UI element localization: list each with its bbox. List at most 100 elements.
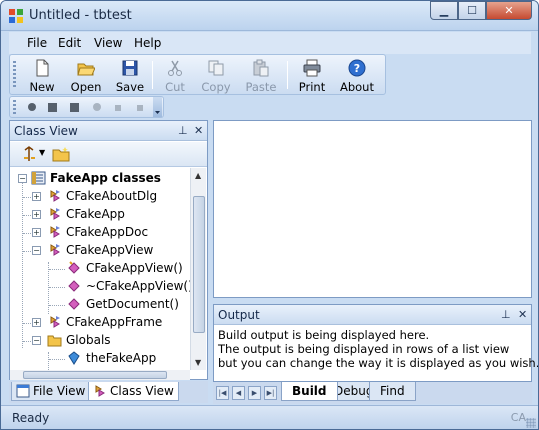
resize-grip[interactable] (526, 418, 536, 428)
pin-icon[interactable]: ⊥ (178, 124, 188, 137)
tree-line (49, 269, 65, 270)
sort-icon[interactable] (21, 146, 37, 162)
expand-icon[interactable]: + (32, 318, 41, 327)
hscroll-thumb[interactable] (23, 371, 167, 379)
caption-buttons: ▁ ☐ ✕ (430, 1, 532, 21)
expand-icon[interactable]: + (32, 192, 41, 201)
first-tab-icon[interactable]: |◀ (216, 386, 229, 400)
tree-label: Globals (66, 333, 111, 347)
new-button[interactable]: New (24, 57, 60, 94)
menu-edit[interactable]: Edit (58, 36, 81, 50)
expand-icon[interactable]: + (32, 228, 41, 237)
tab-find[interactable]: Find (369, 382, 416, 401)
window-title: Untitled - tbtest (29, 8, 132, 23)
next-tab-icon[interactable]: ▶ (248, 386, 261, 400)
output-line: Build output is being displayed here. (218, 328, 430, 342)
tree-label: CFakeAppView() (86, 261, 183, 275)
collapse-icon[interactable]: − (32, 246, 41, 255)
maximize-button[interactable]: ☐ (458, 1, 486, 20)
record-button[interactable] (28, 103, 36, 111)
disabled-dot-button[interactable] (93, 103, 101, 111)
toolbar-grip[interactable] (13, 61, 16, 89)
tree-node-method[interactable]: CFakeAppView() (10, 260, 190, 278)
tree-label: FakeApp classes (50, 171, 161, 185)
tab-class-view[interactable]: Class View (88, 382, 179, 401)
tree-node-class[interactable]: − CFakeAppView (10, 242, 190, 260)
collapse-icon[interactable]: − (32, 336, 41, 345)
class-tree: − FakeApp classes + CFakeAboutDlg + CFak… (10, 168, 190, 370)
class-icon (50, 226, 60, 238)
cut-button[interactable]: Cut (159, 57, 191, 94)
class-view-header: Class View ⊥ ✕ (10, 121, 207, 141)
app-icon[interactable] (8, 8, 24, 24)
stop-button[interactable] (48, 103, 57, 112)
new-folder-icon[interactable] (52, 146, 70, 162)
prev-tab-icon[interactable]: ◀ (232, 386, 245, 400)
tree-label: GetDocument() (86, 297, 179, 311)
output-tabs: |◀ ◀ ▶ ▶| Build Debug Find (213, 382, 532, 404)
tree-node-method[interactable]: ~CFakeAppView() (10, 278, 190, 296)
file-view-icon (16, 384, 30, 398)
method-icon (68, 280, 80, 292)
save-button[interactable]: Save (112, 57, 148, 94)
tree-node-folder[interactable]: − Globals (10, 332, 190, 350)
collapse-icon[interactable]: − (18, 174, 27, 183)
scroll-thumb[interactable] (193, 196, 205, 333)
menu-file[interactable]: File (27, 36, 47, 50)
class-view-pane: Class View ⊥ ✕ ▼ − FakeApp classes + CFa… (9, 120, 208, 380)
paste-button[interactable]: Paste (241, 57, 281, 94)
expand-icon[interactable]: + (32, 210, 41, 219)
close-icon[interactable]: ✕ (194, 124, 203, 137)
chevron-down-icon (155, 111, 160, 114)
scroll-up-icon[interactable]: ▲ (195, 171, 201, 180)
toolbar-separator (287, 61, 288, 89)
tree-label: CFakeApp (66, 207, 125, 221)
tree-horizontal-scrollbar[interactable] (10, 370, 190, 380)
tab-build[interactable]: Build (281, 382, 338, 401)
tab-file-view[interactable]: File View (11, 382, 91, 401)
menu-help[interactable]: Help (134, 36, 161, 50)
last-tab-icon[interactable]: ▶| (264, 386, 277, 400)
class-icon (50, 244, 60, 256)
tab-label: File View (33, 384, 86, 398)
toolbar-overflow-button[interactable] (153, 97, 162, 117)
copy-icon (208, 60, 224, 76)
status-text: Ready (12, 411, 50, 425)
sort-dropdown-icon[interactable]: ▼ (39, 148, 45, 157)
print-button[interactable]: Print (294, 57, 330, 94)
block-button[interactable] (70, 103, 79, 112)
copy-button[interactable]: Copy (197, 57, 235, 94)
tree-node-class[interactable]: + CFakeApp (10, 206, 190, 224)
close-button[interactable]: ✕ (486, 1, 532, 20)
open-button[interactable]: Open (66, 57, 106, 94)
tree-node-class[interactable]: + CFakeAppFrame (10, 314, 190, 332)
class-view-toolbar: ▼ (10, 142, 207, 167)
minimize-button[interactable]: ▁ (430, 1, 458, 20)
about-button[interactable]: ? About (336, 57, 378, 94)
tree-node-project[interactable]: − FakeApp classes (10, 170, 190, 188)
output-title: Output (218, 308, 260, 322)
disabled-small-button[interactable] (115, 105, 121, 111)
pin-icon[interactable]: ⊥ (501, 308, 511, 321)
scroll-down-icon[interactable]: ▼ (195, 358, 201, 367)
disabled-small-button-2[interactable] (137, 105, 143, 111)
tree-line (49, 305, 65, 306)
tree-node-class[interactable]: + CFakeAboutDlg (10, 188, 190, 206)
variable-icon (68, 351, 80, 365)
menu-view[interactable]: View (94, 36, 122, 50)
tree-label: theFakeApp (86, 351, 157, 365)
new-document-icon (36, 59, 49, 77)
tree-label: CFakeAppFrame (66, 315, 163, 329)
tree-node-class[interactable]: + CFakeAppDoc (10, 224, 190, 242)
folder-icon (47, 335, 62, 347)
tree-node-variable[interactable]: theFakeApp (10, 350, 190, 368)
help-icon: ? (348, 59, 366, 77)
tree-node-method[interactable]: GetDocument() (10, 296, 190, 314)
close-icon[interactable]: ✕ (518, 308, 527, 321)
status-bar: Ready CA (1, 405, 538, 429)
toolbar-grip[interactable] (13, 100, 16, 114)
tree-vertical-scrollbar[interactable]: ▲ ▼ (190, 168, 206, 370)
close-icon: ✕ (504, 4, 514, 17)
about-label: About (339, 80, 374, 94)
document-view[interactable] (213, 120, 532, 298)
